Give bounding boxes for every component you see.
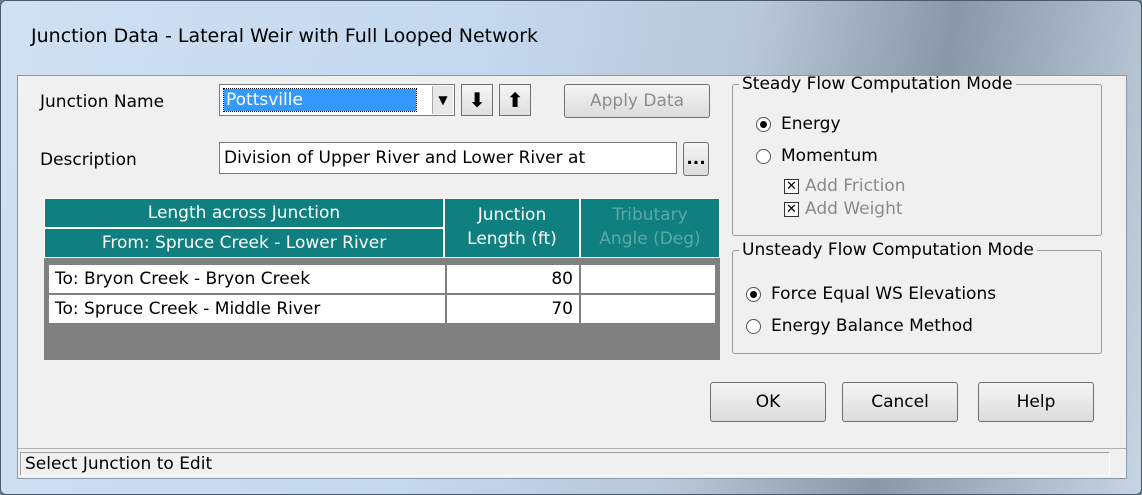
row-length-cell[interactable]: 80 xyxy=(446,264,580,294)
add-friction-checkbox[interactable]: ✕ Add Friction xyxy=(784,176,905,196)
junction-length-table: Length across Junction From: Spruce Cree… xyxy=(44,198,720,360)
row-to-reach: To: Bryon Creek - Bryon Creek xyxy=(48,264,446,294)
junction-data-window: Junction Data - Lateral Weir with Full L… xyxy=(0,0,1142,495)
add-friction-label: Add Friction xyxy=(805,176,906,196)
header-angle-line2: Angle (Deg) xyxy=(599,229,701,249)
table-row: To: Spruce Creek - Middle River 70 xyxy=(48,294,716,324)
cancel-button[interactable]: Cancel xyxy=(842,382,958,422)
status-bar: Select Junction to Edit xyxy=(18,448,1126,479)
junction-name-dropdown[interactable]: Pottsville ▼ xyxy=(219,84,455,116)
table-row: To: Bryon Creek - Bryon Creek 80 xyxy=(48,264,716,294)
energy-balance-label: Energy Balance Method xyxy=(771,316,973,336)
radio-empty-icon xyxy=(756,148,771,164)
momentum-label: Momentum xyxy=(781,146,878,166)
checkbox-checked-icon: ✕ xyxy=(784,201,799,217)
ok-button[interactable]: OK xyxy=(710,382,826,422)
row-length-cell[interactable]: 70 xyxy=(446,294,580,324)
next-junction-button[interactable]: ⬇ xyxy=(461,84,493,116)
header-length-across: Length across Junction xyxy=(44,198,444,228)
chevron-down-icon[interactable]: ▼ xyxy=(432,86,453,114)
radio-empty-icon xyxy=(746,318,761,334)
header-junction-line1: Junction xyxy=(477,205,547,225)
header-junction-line2: Length (ft) xyxy=(467,229,557,249)
radio-selected-icon xyxy=(756,116,771,132)
dialog-body: Junction Name Pottsville ▼ ⬇ ⬆ Apply Dat… xyxy=(17,74,1127,479)
add-weight-label: Add Weight xyxy=(805,199,903,219)
arrow-up-icon: ⬆ xyxy=(506,88,524,112)
window-title: Junction Data - Lateral Weir with Full L… xyxy=(31,25,539,47)
unsteady-flow-title: Unsteady Flow Computation Mode xyxy=(742,240,1034,260)
row-angle-cell[interactable] xyxy=(580,294,716,324)
previous-junction-button[interactable]: ⬆ xyxy=(499,84,531,116)
header-from-reach: From: Spruce Creek - Lower River xyxy=(44,228,444,258)
force-equal-ws-label: Force Equal WS Elevations xyxy=(771,284,997,304)
status-text: Select Junction to Edit xyxy=(20,452,1110,476)
description-field[interactable]: Division of Upper River and Lower River … xyxy=(219,142,677,174)
description-label: Description xyxy=(40,150,137,170)
energy-balance-radio[interactable]: Energy Balance Method xyxy=(746,316,973,336)
junction-name-value: Pottsville xyxy=(223,88,417,112)
momentum-radio[interactable]: Momentum xyxy=(756,146,878,166)
energy-radio[interactable]: Energy xyxy=(756,114,841,134)
help-button[interactable]: Help xyxy=(978,382,1094,422)
header-tributary-angle: Tributary Angle (Deg) xyxy=(580,198,720,258)
row-angle-cell[interactable] xyxy=(580,264,716,294)
header-angle-line1: Tributary xyxy=(612,205,688,225)
checkbox-checked-icon: ✕ xyxy=(784,178,799,194)
description-browse-button[interactable]: ... xyxy=(683,142,709,176)
add-weight-checkbox[interactable]: ✕ Add Weight xyxy=(784,199,903,219)
energy-label: Energy xyxy=(781,114,841,134)
steady-flow-title: Steady Flow Computation Mode xyxy=(742,74,1013,94)
row-to-reach: To: Spruce Creek - Middle River xyxy=(48,294,446,324)
arrow-down-icon: ⬇ xyxy=(468,88,486,112)
junction-name-label: Junction Name xyxy=(40,92,165,112)
title-bar[interactable]: Junction Data - Lateral Weir with Full L… xyxy=(11,1,1131,75)
force-equal-ws-radio[interactable]: Force Equal WS Elevations xyxy=(746,284,996,304)
header-junction-length: Junction Length (ft) xyxy=(444,198,580,258)
apply-data-button[interactable]: Apply Data xyxy=(564,84,710,118)
radio-selected-icon xyxy=(746,286,761,302)
